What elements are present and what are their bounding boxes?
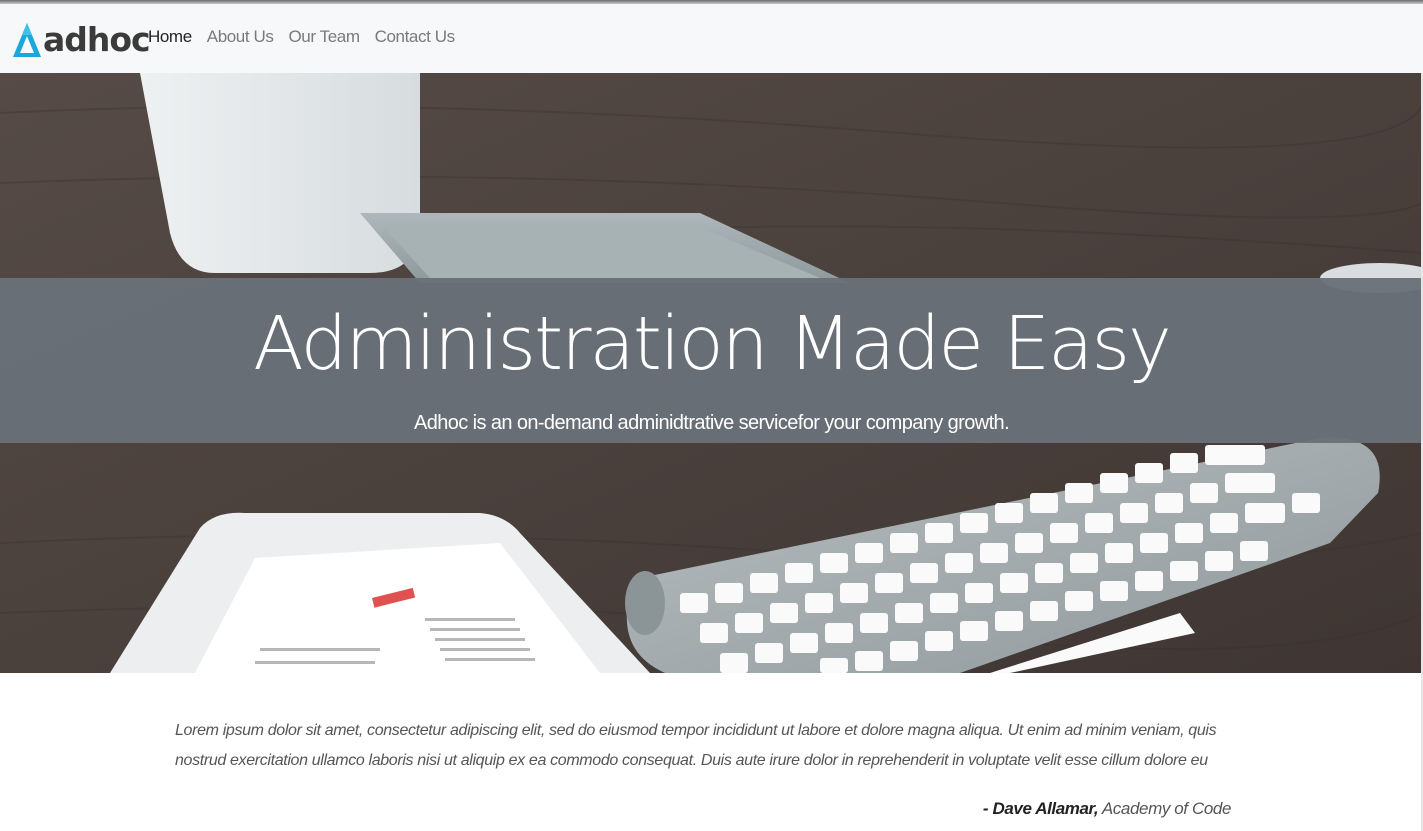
hero-banner: Administration Made Easy Adhoc is an on-… <box>0 278 1423 443</box>
main-nav: Home About Us Our Team Contact Us <box>148 24 470 50</box>
nav-item-about-us[interactable]: About Us <box>207 24 274 50</box>
testimonial-attribution: - Dave Allamar, Academy of Code <box>700 796 1232 822</box>
testimonial-organization: Academy of Code <box>1098 799 1232 818</box>
testimonial-quote: Lorem ipsum dolor sit amet, consectetur … <box>175 722 1217 769</box>
triangle-logo-icon <box>12 22 42 58</box>
nav-item-home[interactable]: Home <box>148 24 192 50</box>
navbar: adhoc Home About Us Our Team Contact Us <box>0 4 1423 73</box>
hero-title: Administration Made Easy <box>253 301 1172 387</box>
hero-section: Administration Made Easy Adhoc is an on-… <box>0 73 1423 673</box>
nav-item-contact-us[interactable]: Contact Us <box>375 24 455 50</box>
hero-subtitle: Adhoc is an on-demand adminidtrative ser… <box>413 412 1010 434</box>
testimonial-author: - Dave Allamar, <box>982 799 1099 818</box>
brand-logo-link[interactable]: adhoc <box>12 20 151 60</box>
nav-item-our-team[interactable]: Our Team <box>288 24 360 50</box>
brand-name: adhoc <box>43 20 151 59</box>
